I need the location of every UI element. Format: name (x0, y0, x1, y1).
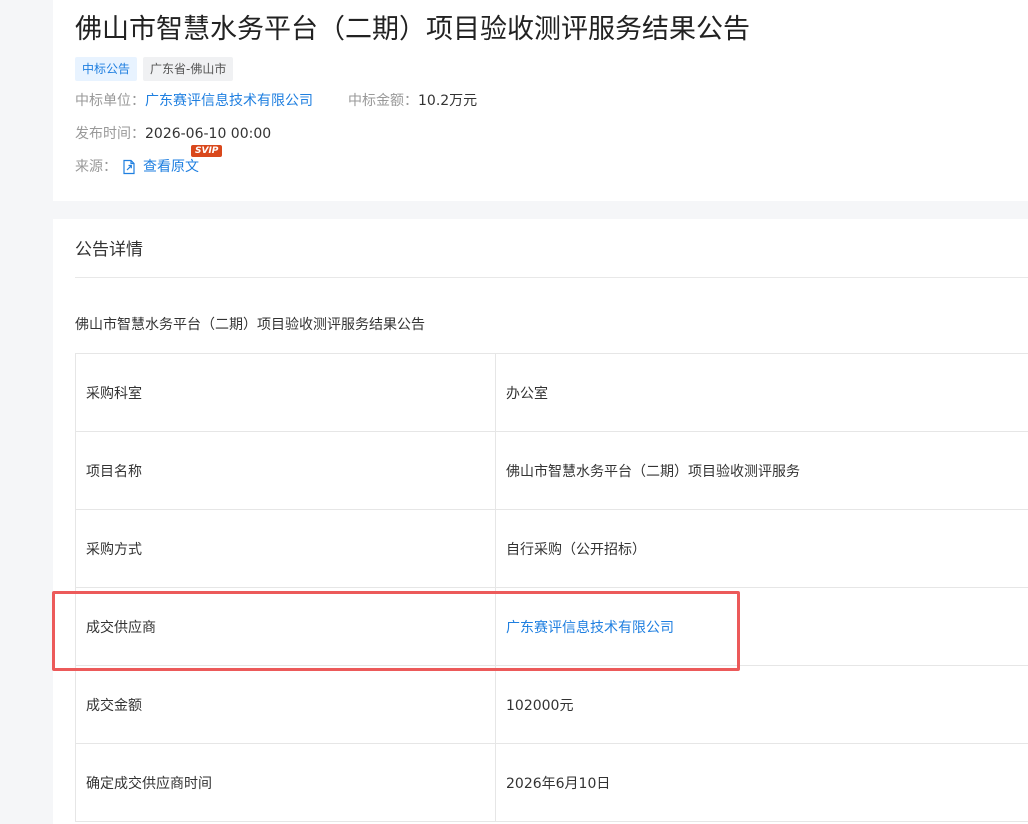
tag-list: 中标公告 广东省-佛山市 (75, 57, 234, 81)
table-key: 成交供应商 (75, 587, 496, 666)
winner-amount-row: 中标单位： 广东赛评信息技术有限公司 中标金额： 10.2万元 (75, 91, 477, 111)
amount-value: 10.2万元 (418, 93, 478, 109)
winner-label: 中标单位： (75, 93, 145, 109)
document-link-icon[interactable] (121, 159, 137, 175)
amount-label: 中标金额： (348, 93, 418, 109)
table-value: 2026年6月10日 (495, 743, 1028, 822)
table-key: 采购方式 (75, 509, 496, 588)
publish-time-row: 发布时间： 2026-06-10 00:00 (75, 124, 271, 144)
document-heading: 佛山市智慧水务平台（二期）项目验收测评服务结果公告 (75, 317, 425, 333)
table-row: 采购方式 自行采购（公开招标） (75, 509, 1028, 588)
table-key: 成交金额 (75, 665, 496, 744)
source-label: 来源： (75, 159, 117, 175)
page-title: 佛山市智慧水务平台（二期）项目验收测评服务结果公告 (75, 14, 750, 45)
section-title: 公告详情 (75, 240, 143, 260)
table-row: 采购科室 办公室 (75, 353, 1028, 432)
divider (75, 277, 1028, 278)
table-value: 佛山市智慧水务平台（二期）项目验收测评服务 (495, 431, 1028, 510)
winner-company-link[interactable]: 广东赛评信息技术有限公司 (145, 91, 313, 111)
tag-announcement-type[interactable]: 中标公告 (75, 57, 138, 81)
detail-table: 采购科室 办公室 项目名称 佛山市智慧水务平台（二期）项目验收测评服务 采购方式… (75, 353, 1028, 822)
table-key: 确定成交供应商时间 (75, 743, 496, 822)
table-row: 项目名称 佛山市智慧水务平台（二期）项目验收测评服务 (75, 431, 1028, 510)
announcement-header-card: 佛山市智慧水务平台（二期）项目验收测评服务结果公告 中标公告 广东省-佛山市 中… (53, 0, 1028, 201)
supplier-company-link[interactable]: 广东赛评信息技术有限公司 (506, 620, 674, 636)
table-value: 自行采购（公开招标） (495, 509, 1028, 588)
tag-region[interactable]: 广东省-佛山市 (143, 57, 234, 81)
publish-label: 发布时间： (75, 126, 145, 142)
table-row: 成交金额 102000元 (75, 665, 1028, 744)
table-value: 办公室 (495, 353, 1028, 432)
table-row: 确定成交供应商时间 2026年6月10日 (75, 743, 1028, 822)
table-value: 102000元 (495, 665, 1028, 744)
source-row: 来源： 查看原文 (75, 157, 199, 177)
view-original-link[interactable]: 查看原文 (143, 157, 199, 177)
table-key: 采购科室 (75, 353, 496, 432)
publish-time-value: 2026-06-10 00:00 (145, 126, 272, 142)
announcement-detail-card: 公告详情 佛山市智慧水务平台（二期）项目验收测评服务结果公告 采购科室 办公室 … (53, 219, 1028, 824)
svip-badge: SVIP (191, 145, 223, 157)
table-row: 成交供应商 广东赛评信息技术有限公司 (75, 587, 1028, 666)
table-value: 广东赛评信息技术有限公司 (495, 587, 1028, 666)
table-key: 项目名称 (75, 431, 496, 510)
